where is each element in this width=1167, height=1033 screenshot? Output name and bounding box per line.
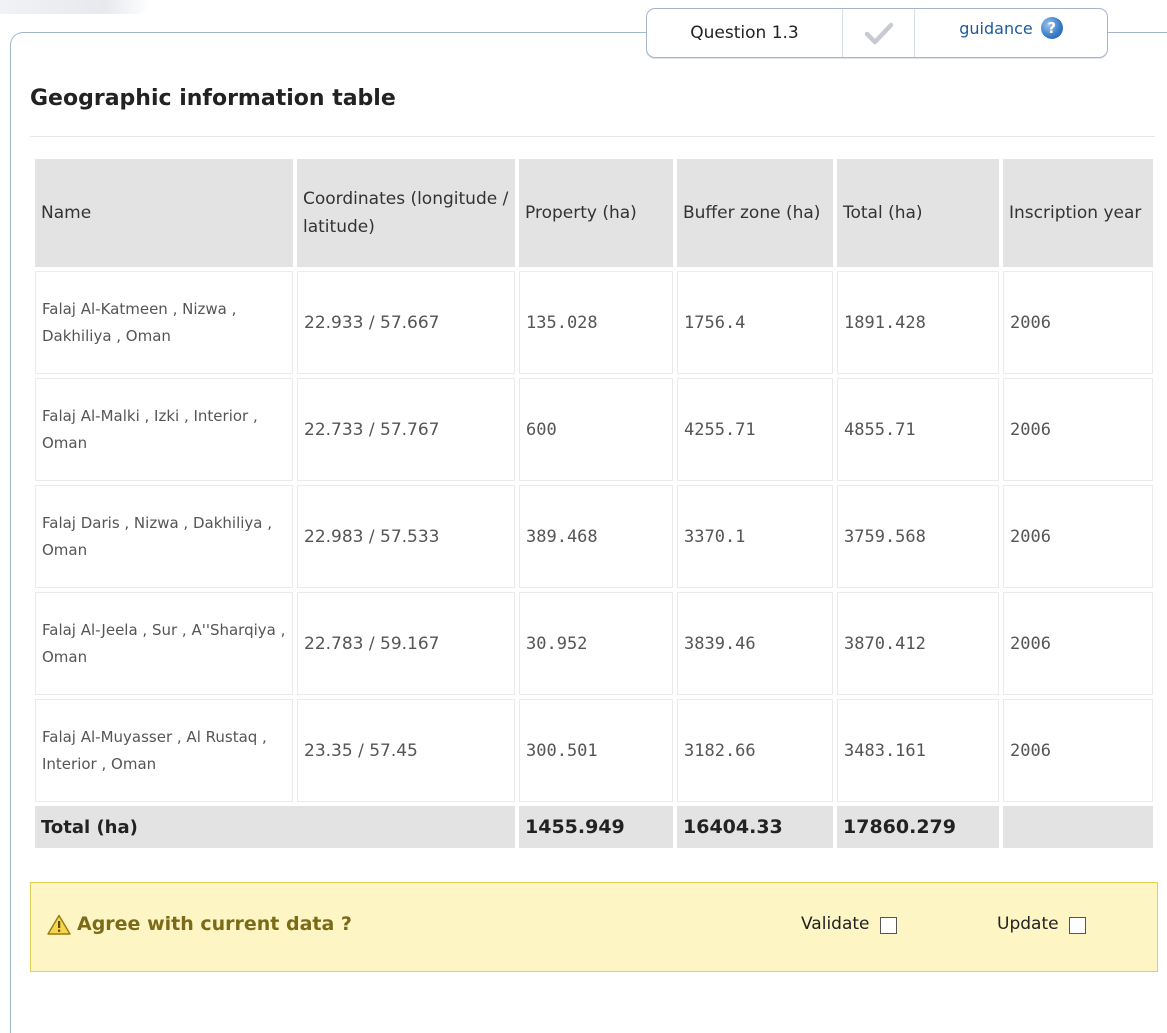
corner-decoration: [0, 0, 150, 14]
update-checkbox[interactable]: [1068, 917, 1086, 934]
warning-triangle-icon: [47, 914, 71, 935]
table-row: Falaj Daris , Nizwa , Dakhiliya , Oman 2…: [35, 485, 1153, 588]
cell-total: 4855.71: [837, 378, 999, 481]
geographic-table: Name Coordinates (longitude / latitude) …: [31, 155, 1157, 852]
cell-coordinates: 23.35 / 57.45: [297, 699, 515, 802]
cell-total: 3483.161: [837, 699, 999, 802]
column-header-total: Total (ha): [837, 159, 999, 267]
title-divider: [30, 136, 1155, 137]
agreement-prompt-text: Agree with current data ?: [77, 913, 352, 935]
cell-property: 30.952: [519, 592, 673, 695]
column-header-name: Name: [35, 159, 293, 267]
cell-total: 3870.412: [837, 592, 999, 695]
validate-checkbox[interactable]: [879, 917, 897, 934]
cell-total: 1891.428: [837, 271, 999, 374]
total-buffer-zone: 16404.33: [677, 806, 833, 848]
table-row: Falaj Al-Jeela , Sur , A''Sharqiya , Oma…: [35, 592, 1153, 695]
table-total-row: Total (ha) 1455.949 16404.33 17860.279: [35, 806, 1153, 848]
cell-inscription-year: 2006: [1003, 592, 1153, 695]
cell-total: 3759.568: [837, 485, 999, 588]
cell-name: Falaj Al-Katmeen , Nizwa , Dakhiliya , O…: [35, 271, 293, 374]
cell-name: Falaj Al-Malki , Izki , Interior , Oman: [35, 378, 293, 481]
page-title: Geographic information table: [30, 86, 396, 111]
cell-inscription-year: 2006: [1003, 271, 1153, 374]
help-circle-icon: ?: [1040, 17, 1063, 39]
cell-property: 300.501: [519, 699, 673, 802]
column-header-coordinates: Coordinates (longitude / latitude): [297, 159, 515, 267]
table-row: Falaj Al-Muyasser , Al Rustaq , Interior…: [35, 699, 1153, 802]
cell-name: Falaj Al-Jeela , Sur , A''Sharqiya , Oma…: [35, 592, 293, 695]
table-row: Falaj Al-Malki , Izki , Interior , Oman …: [35, 378, 1153, 481]
cell-inscription-year: 2006: [1003, 699, 1153, 802]
cell-coordinates: 22.783 / 59.167: [297, 592, 515, 695]
question-number: Question 1.3: [647, 9, 843, 57]
validate-option[interactable]: Validate: [801, 913, 897, 934]
update-label: Update: [997, 913, 1059, 934]
total-property: 1455.949: [519, 806, 673, 848]
table-row: Falaj Al-Katmeen , Nizwa , Dakhiliya , O…: [35, 271, 1153, 374]
checkmark-icon: [843, 9, 915, 57]
cell-buffer-zone: 1756.4: [677, 271, 833, 374]
cell-name: Falaj Al-Muyasser , Al Rustaq , Interior…: [35, 699, 293, 802]
cell-buffer-zone: 3839.46: [677, 592, 833, 695]
guidance-link[interactable]: guidance ?: [915, 9, 1107, 57]
cell-property: 389.468: [519, 485, 673, 588]
agreement-prompt: Agree with current data ?: [47, 913, 352, 935]
cell-buffer-zone: 3182.66: [677, 699, 833, 802]
cell-inscription-year: 2006: [1003, 485, 1153, 588]
cell-buffer-zone: 3370.1: [677, 485, 833, 588]
cell-coordinates: 22.933 / 57.667: [297, 271, 515, 374]
column-header-inscription-year: Inscription year: [1003, 159, 1153, 267]
column-header-buffer-zone: Buffer zone (ha): [677, 159, 833, 267]
guidance-label: guidance: [959, 18, 1033, 38]
cell-name: Falaj Daris , Nizwa , Dakhiliya , Oman: [35, 485, 293, 588]
cell-buffer-zone: 4255.71: [677, 378, 833, 481]
cell-property: 135.028: [519, 271, 673, 374]
table-header-row: Name Coordinates (longitude / latitude) …: [35, 159, 1153, 267]
agreement-box: Agree with current data ? Validate Updat…: [30, 882, 1158, 972]
validate-label: Validate: [801, 913, 870, 934]
cell-coordinates: 22.983 / 57.533: [297, 485, 515, 588]
total-inscription-year: [1003, 806, 1153, 848]
update-option[interactable]: Update: [997, 913, 1086, 934]
column-header-property: Property (ha): [519, 159, 673, 267]
total-label: Total (ha): [35, 806, 515, 848]
cell-property: 600: [519, 378, 673, 481]
question-tab: Question 1.3 guidance ?: [646, 8, 1108, 58]
cell-inscription-year: 2006: [1003, 378, 1153, 481]
total-total: 17860.279: [837, 806, 999, 848]
cell-coordinates: 22.733 / 57.767: [297, 378, 515, 481]
